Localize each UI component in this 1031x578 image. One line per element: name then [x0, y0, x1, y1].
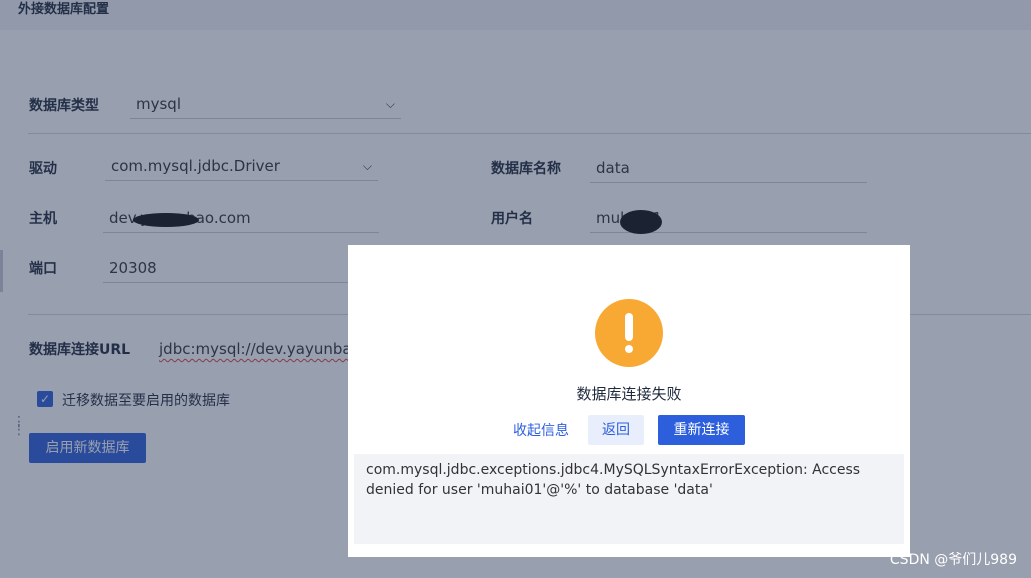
reconnect-button[interactable]: 重新连接: [658, 415, 745, 445]
watermark: CSDN @爷们儿989: [889, 552, 1017, 568]
warning-icon: [595, 299, 663, 367]
connection-error-dialog: 数据库连接失败 收起信息 返回 重新连接 com.mysql.jdbc.exce…: [348, 245, 910, 557]
dialog-title: 数据库连接失败: [576, 385, 682, 403]
collapse-info-link[interactable]: 收起信息: [513, 420, 569, 440]
error-message: com.mysql.jdbc.exceptions.jdbc4.MySQLSyn…: [354, 454, 904, 544]
back-button[interactable]: 返回: [588, 415, 644, 445]
